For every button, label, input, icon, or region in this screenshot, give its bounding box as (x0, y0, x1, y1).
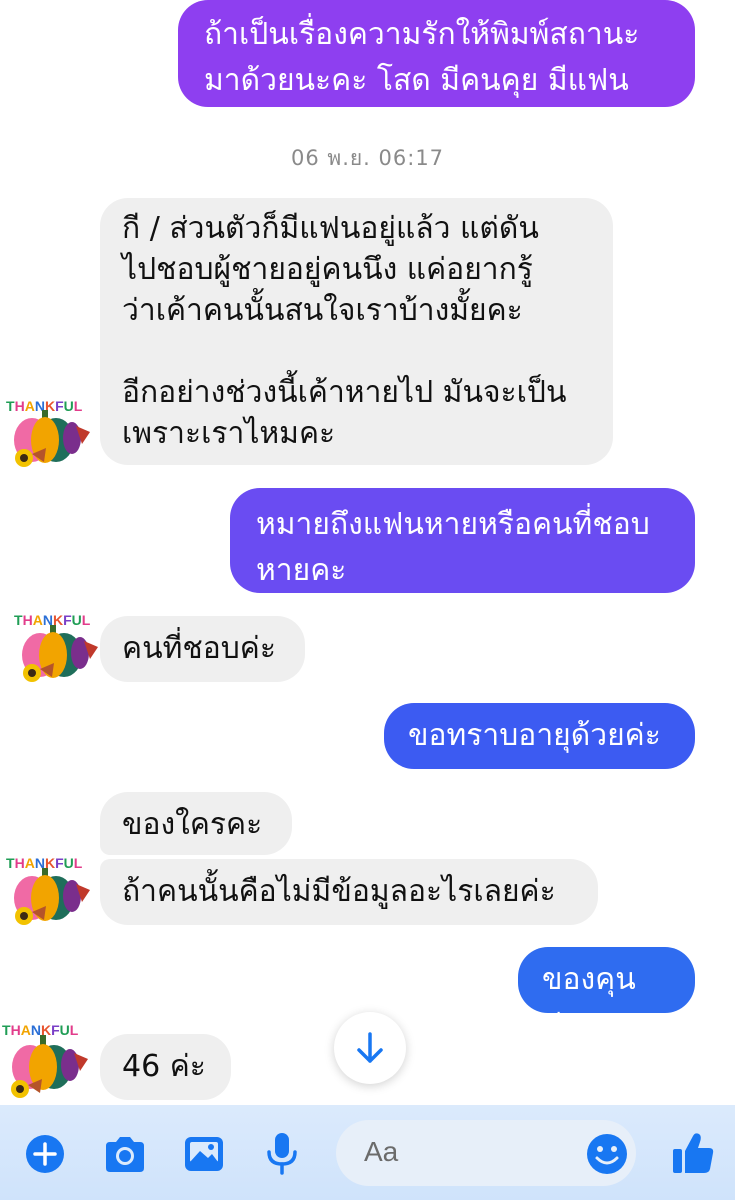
plus-icon (26, 1135, 64, 1173)
incoming-message[interactable]: กี / ส่วนตัวก็มีแฟนอยู่แล้ว แต่ดัน ไปชอบ… (100, 198, 613, 465)
plus-button[interactable] (25, 1134, 65, 1174)
thankful-pumpkin-icon: THANKFUL (6, 855, 90, 925)
contact-avatar[interactable]: THANKFUL (0, 1015, 88, 1098)
thumbs-up-icon (673, 1133, 714, 1173)
arrow-down-icon (357, 1032, 383, 1063)
contact-avatar[interactable]: THANKFUL (10, 605, 98, 685)
image-icon (185, 1137, 223, 1171)
voice-button[interactable] (264, 1130, 300, 1176)
message-input-placeholder: Aa (364, 1136, 399, 1167)
emoji-button[interactable] (586, 1133, 628, 1175)
incoming-message[interactable]: คนที่ชอบค่ะ (100, 616, 305, 682)
contact-avatar[interactable]: THANKFUL (2, 388, 90, 468)
outgoing-message[interactable]: ของคุนค่ะ (518, 947, 695, 1043)
message-thread: ถ้าเป็นเรื่องความรักให้พิมพ์สถานะ มาด้วย… (0, 0, 735, 1105)
camera-icon (106, 1137, 144, 1172)
thankful-pumpkin-icon: THANKFUL (6, 398, 90, 467)
camera-button[interactable] (102, 1134, 148, 1174)
contact-avatar[interactable]: THANKFUL (2, 848, 90, 928)
thankful-pumpkin-icon: THANKFUL (2, 1022, 88, 1098)
scroll-to-bottom-button[interactable] (334, 1012, 406, 1084)
outgoing-message[interactable]: ขอทราบอายุด้วยค่ะ (384, 703, 695, 769)
microphone-icon (267, 1133, 297, 1175)
outgoing-message[interactable]: ถ้าเป็นเรื่องความรักให้พิมพ์สถานะ มาด้วย… (178, 0, 695, 107)
emoji-icon (587, 1134, 627, 1174)
incoming-message[interactable]: 46 ค่ะ (100, 1034, 231, 1100)
like-button[interactable] (671, 1130, 715, 1176)
outgoing-message[interactable]: หมายถึงแฟนหายหรือคนที่ชอบ หายคะ (230, 488, 695, 593)
incoming-message[interactable]: ของใครคะ (100, 792, 292, 855)
incoming-message[interactable]: ถ้าคนนั้นคือไม่มีข้อมูลอะไรเลยค่ะ (100, 859, 598, 925)
gallery-button[interactable] (182, 1134, 226, 1174)
message-timestamp: 06 พ.ย. 06:17 (290, 146, 445, 170)
thankful-pumpkin-icon: THANKFUL (14, 612, 98, 682)
